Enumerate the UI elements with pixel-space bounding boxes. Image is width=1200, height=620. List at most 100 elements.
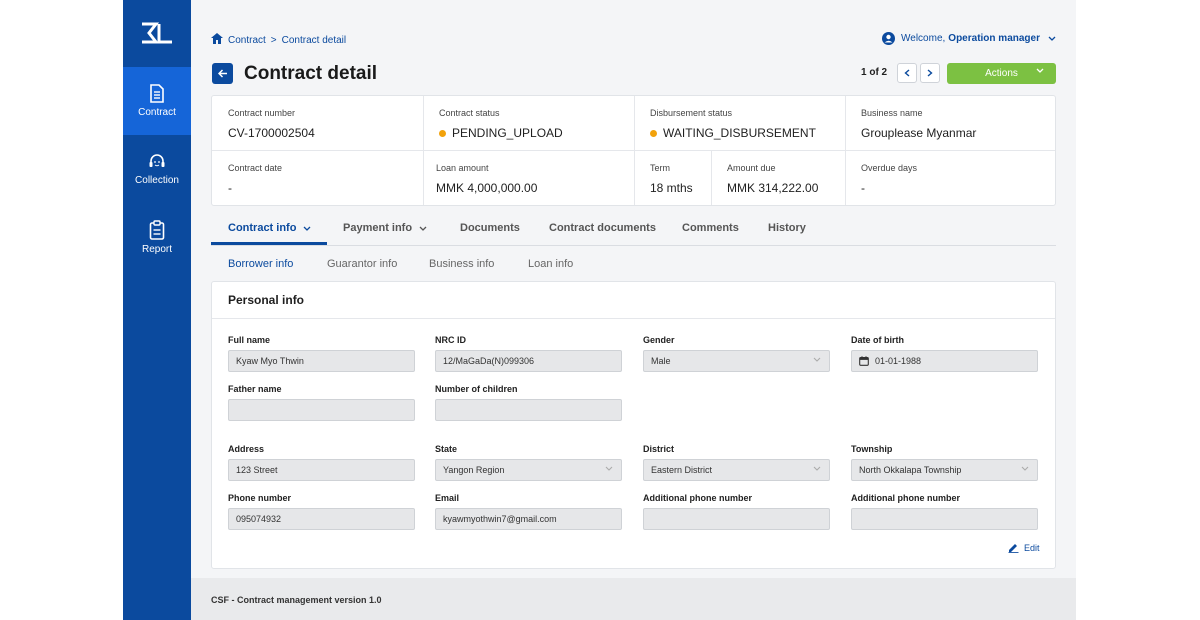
township-select[interactable]: North Okkalapa Township <box>851 459 1038 481</box>
township-label: Township <box>851 444 893 454</box>
sidebar-item-collection[interactable]: Collection <box>123 135 191 203</box>
phone-label: Phone number <box>228 493 292 503</box>
children-label: Number of children <box>435 384 518 394</box>
status-badge: WAITING_DISBURSEMENT <box>663 126 816 140</box>
breadcrumb-separator: > <box>270 34 277 46</box>
full-name-field[interactable]: Kyaw Myo Thwin <box>228 350 415 372</box>
tab-comments[interactable]: Comments <box>682 222 739 234</box>
pager-count: 1 of 2 <box>861 67 888 78</box>
welcome-text: Welcome, <box>901 33 946 44</box>
summary-term: Term 18 mths <box>650 163 693 195</box>
children-field[interactable] <box>435 399 622 421</box>
subtab-business-info[interactable]: Business info <box>429 258 494 270</box>
subtab-guarantor-info[interactable]: Guarantor info <box>327 258 397 270</box>
summary-contract-date: Contract date - <box>228 163 283 195</box>
father-name-label: Father name <box>228 384 282 394</box>
chevron-down-icon <box>303 226 311 231</box>
gender-select[interactable]: Male <box>643 350 830 372</box>
pencil-icon <box>1008 544 1019 553</box>
contract-summary: Contract number CV-1700002504 Contract s… <box>211 95 1056 206</box>
tab-contract-documents[interactable]: Contract documents <box>549 222 656 234</box>
nrc-id-field[interactable]: 12/MaGaDa(N)099306 <box>435 350 622 372</box>
status-dot <box>439 129 446 137</box>
page-title: Contract detail <box>244 63 378 84</box>
email-field[interactable]: kyawmyothwin7@gmail.com <box>435 508 622 530</box>
additional-phone-label: Additional phone number <box>851 493 960 503</box>
chevron-left-icon <box>904 69 910 77</box>
breadcrumb: Contract > Contract detail <box>211 33 351 47</box>
edit-button[interactable]: Edit <box>1008 542 1040 553</box>
status-badge: PENDING_UPLOAD <box>452 126 563 140</box>
chevron-down-icon <box>605 466 613 471</box>
summary-contract-status: Contract status PENDING_UPLOAD <box>439 108 563 140</box>
state-select[interactable]: Yangon Region <box>435 459 622 481</box>
calendar-icon <box>859 356 869 366</box>
document-icon <box>150 84 164 103</box>
additional-phone-field[interactable] <box>643 508 830 530</box>
headset-icon <box>149 153 165 167</box>
section-title: Personal info <box>228 293 305 307</box>
sidebar-item-label: Contract <box>138 107 176 118</box>
additional-phone-label: Additional phone number <box>643 493 752 503</box>
father-name-field[interactable] <box>228 399 415 421</box>
chevron-down-icon <box>1036 68 1044 73</box>
state-label: State <box>435 444 458 454</box>
tab-history[interactable]: History <box>768 222 806 234</box>
dob-field[interactable]: 01-01-1988 <box>851 350 1038 372</box>
additional-phone-field[interactable] <box>851 508 1038 530</box>
divider <box>212 318 1055 319</box>
brand-logo-icon <box>142 22 172 44</box>
chevron-down-icon <box>419 226 427 231</box>
status-dot <box>650 129 657 137</box>
user-name: Operation manager <box>948 33 1040 44</box>
app-window: Contract Collection Report Contract > Co… <box>123 0 1076 620</box>
chevron-down-icon <box>1048 36 1056 41</box>
breadcrumb-current: Contract detail <box>281 34 347 46</box>
tab-contract-info[interactable]: Contract info <box>228 222 311 234</box>
tab-payment-info[interactable]: Payment info <box>343 222 427 234</box>
nrc-id-label: NRC ID <box>435 335 466 345</box>
arrow-left-icon <box>217 69 227 78</box>
tab-bar: Contract info Payment info Documents Con… <box>211 216 1056 246</box>
sidebar-item-report[interactable]: Report <box>123 203 191 271</box>
summary-disbursement-status: Disbursement status WAITING_DISBURSEMENT <box>650 108 816 140</box>
summary-business-name: Business name Grouplease Myanmar <box>861 108 977 140</box>
actions-label: Actions <box>985 68 1018 79</box>
sidebar: Contract Collection Report <box>123 0 191 620</box>
back-button[interactable] <box>212 63 233 84</box>
sidebar-item-label: Report <box>141 243 172 255</box>
chevron-down-icon <box>1021 466 1029 471</box>
chevron-down-icon <box>813 357 821 362</box>
chevron-right-icon <box>927 69 933 77</box>
personal-info-card: Personal info Full name Kyaw Myo Thwin N… <box>211 281 1056 569</box>
district-select[interactable]: Eastern District <box>643 459 830 481</box>
district-label: District <box>643 444 675 454</box>
next-page-button[interactable] <box>920 63 940 83</box>
logo[interactable] <box>123 0 191 66</box>
address-field[interactable]: 123 Street <box>228 459 415 481</box>
tab-documents[interactable]: Documents <box>460 222 520 234</box>
actions-button[interactable]: Actions <box>947 63 1056 84</box>
summary-contract-number: Contract number CV-1700002504 <box>228 108 315 140</box>
sidebar-item-label: Collection <box>135 174 179 186</box>
active-tab-indicator <box>211 242 327 245</box>
phone-field[interactable]: 095074932 <box>228 508 415 530</box>
main-content: Contract > Contract detail Welcome, Oper… <box>191 0 1076 620</box>
sidebar-item-contract[interactable]: Contract <box>123 67 191 135</box>
user-icon <box>882 32 896 45</box>
summary-amount-due: Amount due MMK 314,222.00 <box>727 163 819 195</box>
summary-overdue-days: Overdue days - <box>861 163 918 195</box>
subtab-loan-info[interactable]: Loan info <box>528 258 573 270</box>
gender-label: Gender <box>643 335 675 345</box>
chevron-down-icon <box>813 466 821 471</box>
prev-page-button[interactable] <box>897 63 917 83</box>
full-name-label: Full name <box>228 335 271 345</box>
footer: CSF - Contract management version 1.0 <box>191 578 1076 620</box>
dob-label: Date of birth <box>851 335 904 345</box>
subtab-borrower-info[interactable]: Borrower info <box>228 258 293 270</box>
clipboard-icon <box>149 219 165 240</box>
home-icon[interactable] <box>211 33 223 47</box>
email-label: Email <box>435 493 460 503</box>
user-menu[interactable]: Welcome, Operation manager <box>882 32 1056 45</box>
breadcrumb-root[interactable]: Contract <box>228 35 266 46</box>
